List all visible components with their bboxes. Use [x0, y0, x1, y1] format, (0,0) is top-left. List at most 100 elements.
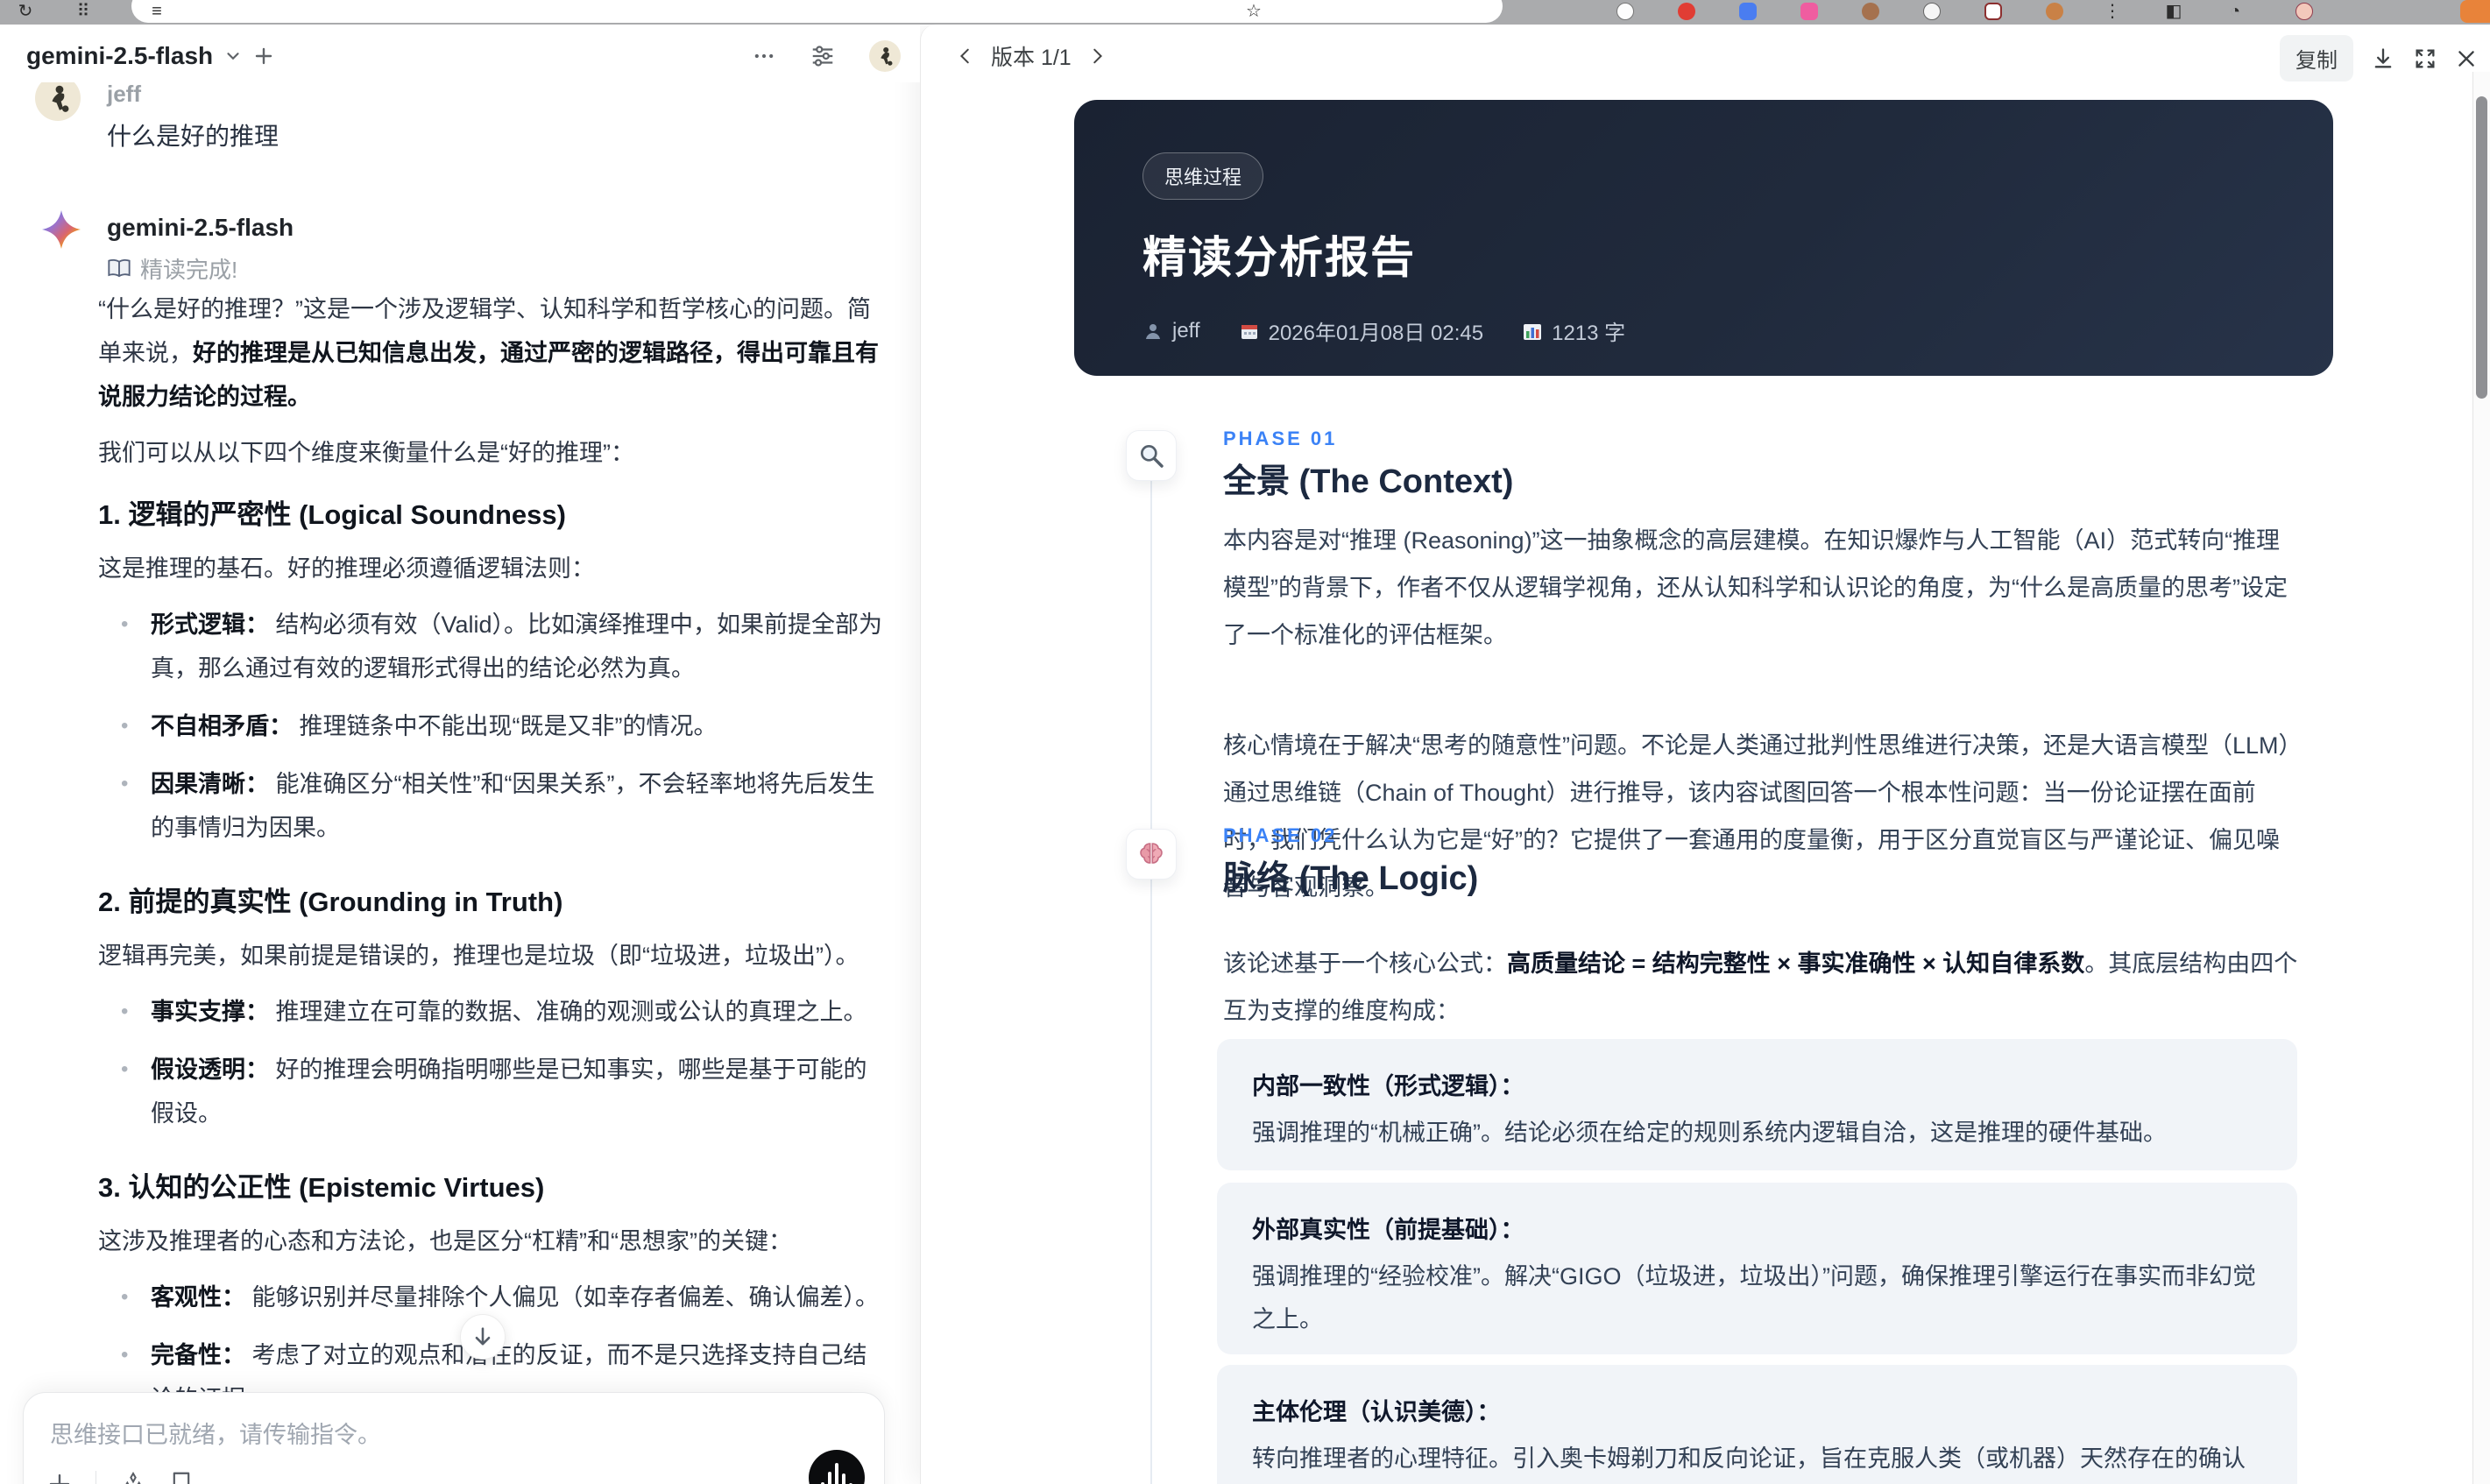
account-avatar[interactable] [869, 40, 901, 72]
timeline-line [1150, 463, 1152, 1484]
browser-user-icon[interactable]: ◔ [2225, 2, 2245, 21]
avatar-figure-icon [881, 46, 893, 66]
logic-card-body: 转向推理者的心理特征。引入奥卡姆剃刀和反向论证，旨在克服人类（或机器）天然存在的… [1252, 1445, 2246, 1472]
bullet-dot: • [121, 714, 129, 738]
assistant-message-author: gemini-2.5-flash [107, 214, 294, 241]
message-composer[interactable]: 思维接口已就绪，请传输指令。 [23, 1392, 885, 1484]
phase-2-icon-card [1126, 829, 1177, 880]
report-title: 精读分析报告 [1142, 233, 1416, 282]
assistant-status: 精读完成! [107, 252, 237, 285]
extension-icon[interactable] [1739, 3, 1757, 20]
bullet-dot: • [121, 772, 129, 795]
phase-1-label: PHASE 01 [1223, 428, 1338, 449]
version-prev-button[interactable] [956, 45, 975, 67]
section-heading: 2. 前提的真实性 (Grounding in Truth) [98, 887, 563, 917]
report-hero: 思维过程 精读分析报告 jeff 2026年01月08日 02:45 1213 … [1074, 100, 2333, 376]
new-chat-plus-icon[interactable] [253, 46, 274, 67]
assistant-message-body: “什么是好的推理？”这是一个涉及逻辑学、认知科学和哲学核心的问题。简单来说，好的… [98, 287, 883, 1484]
gemini-star-icon [42, 210, 81, 249]
chevron-right-icon [1093, 48, 1102, 64]
phase-1-paragraph: 本内容是对“推理 (Reasoning)”这一抽象概念的高层建模。在知识爆炸与人… [1223, 527, 2288, 648]
chevron-down-icon [227, 53, 239, 60]
browser-address-bar[interactable] [131, 0, 1503, 23]
browser-bookmark-icon[interactable]: ☆ [1244, 2, 1263, 21]
phase-2-lead: 该论述基于一个核心公式：高质量结论 = 结构完整性 × 事实准确性 × 认知自律… [1223, 950, 2298, 1024]
list-item: • 假设透明： 好的推理会明确指明哪些是已知事实，哪些是基于可能的假设。 [121, 1048, 883, 1148]
extension-icon[interactable] [1923, 3, 1941, 20]
user-message-text: 什么是好的推理 [107, 123, 279, 150]
phase-1-icon-card [1126, 430, 1177, 481]
voice-input-button[interactable] [809, 1450, 865, 1484]
bookmark-icon[interactable] [170, 1471, 193, 1484]
ellipsis-icon [754, 53, 774, 59]
bullet-dot: • [121, 1285, 129, 1309]
chat-header: gemini-2.5-flash [0, 25, 920, 82]
assistant-status-text: 精读完成! [140, 257, 238, 283]
close-icon [2458, 50, 2474, 67]
extension-icon[interactable] [1800, 3, 1818, 20]
fullscreen-button[interactable] [2413, 46, 2437, 71]
browser-reload-icon[interactable]: ↻ [16, 2, 35, 21]
expand-icon [2416, 49, 2435, 68]
intro-paragraph: “什么是好的推理？”这是一个涉及逻辑学、认知科学和哲学核心的问题。简单来说，好的… [98, 296, 879, 410]
browser-menu-icon[interactable]: ⋮ [2103, 2, 2122, 21]
close-panel-button[interactable] [2455, 47, 2478, 70]
list-item: • 因果清晰： 能准确区分“相关性”和“因果关系”，不会轻率地将先后发生的事情归为… [121, 762, 883, 862]
chevron-left-icon [959, 48, 969, 64]
bar-chart-icon [1524, 323, 1542, 340]
browser-apps-icon[interactable]: ⠿ [74, 2, 93, 21]
phase-2-label: PHASE 02 [1223, 824, 1338, 846]
section-heading: 1. 逻辑的严密性 (Logical Soundness) [98, 499, 566, 530]
browser-profile-avatar[interactable] [2295, 3, 2313, 20]
browser-corner-icon[interactable] [2460, 0, 2490, 23]
bullet-dot: • [121, 612, 129, 636]
extension-icon[interactable] [1678, 3, 1695, 20]
more-options-button[interactable] [752, 44, 776, 68]
scrollbar-track[interactable] [2472, 72, 2490, 1484]
bullet-dot: • [121, 1057, 129, 1081]
browser-puzzle-icon[interactable]: ◧ [2164, 2, 2183, 21]
avatar-figure-icon [52, 85, 69, 112]
composer-placeholder: 思维接口已就绪，请传输指令。 [50, 1422, 381, 1448]
section-heading: 3. 认知的公正性 (Epistemic Virtues) [98, 1172, 545, 1203]
list-item: • 形式逻辑： 结构必须有效（Valid）。比如演绎推理中，如果前提全部为真，那么… [121, 603, 883, 703]
chat-panel: gemini-2.5-flash jeff 什么是好的推理 gemini-2.5… [0, 25, 920, 1484]
phase-1-title: 全景 (The Context) [1223, 463, 1514, 500]
logic-card: 内部一致性（形式逻辑）： 强调推理的“机械正确”。结论必须在给定的规则系统内逻辑… [1217, 1039, 2297, 1170]
download-button[interactable] [2371, 46, 2395, 71]
open-book-icon [108, 258, 131, 277]
model-settings-button[interactable] [810, 43, 836, 69]
section-lead: 逻辑再完美，如果前提是错误的，推理也是垃圾（即“垃圾进，垃圾出”）。 [98, 943, 859, 969]
artifact-panel: 版本 1/1 复制 思维过程 精读分析报告 jeff 2026年01月08日 0… [920, 25, 2490, 1484]
logic-card-body: 强调推理的“机械正确”。结论必须在给定的规则系统内逻辑自洽，这是推理的硬件基础。 [1252, 1120, 2167, 1146]
version-next-button[interactable] [1087, 45, 1107, 67]
bullet-dot: • [121, 1000, 129, 1023]
logic-card-title: 内部一致性（形式逻辑）： [1252, 1073, 1524, 1099]
report-word-count: 1213 字 [1522, 315, 1625, 346]
screen: ↻ ⠿ ≡ ☆ ⋮ ◧ ◔ gemini-2.5-flash jeff 什么是好… [0, 0, 2490, 1484]
browser-toolbar: ↻ ⠿ ≡ ☆ ⋮ ◧ ◔ [0, 0, 2490, 25]
attach-plus-icon[interactable] [46, 1471, 73, 1484]
model-selector[interactable]: gemini-2.5-flash [26, 42, 274, 70]
logic-card-title: 主体伦理（认识美德）： [1252, 1399, 1501, 1425]
scrollbar-thumb[interactable] [2476, 96, 2487, 399]
extension-icon[interactable] [2046, 3, 2063, 20]
sparkle-tools-icon[interactable] [119, 1470, 147, 1484]
report-datetime: 2026年01月08日 02:45 [1239, 315, 1483, 346]
extension-icon[interactable] [1862, 3, 1879, 20]
logic-card: 主体伦理（认识美德）： 转向推理者的心理特征。引入奥卡姆剃刀和反向论证，旨在克服… [1217, 1365, 2297, 1484]
extension-icon[interactable] [1616, 3, 1634, 20]
logic-card-body: 强调推理的“经验校准”。解决“GIGO（垃圾进，垃圾出）”问题，确保推理引擎运行… [1252, 1263, 2256, 1332]
user-message-author: jeff [107, 81, 141, 107]
report-author: jeff [1142, 319, 1200, 343]
extension-icon[interactable] [1984, 3, 2002, 20]
version-label: 版本 1/1 [991, 46, 1072, 70]
scroll-to-bottom-button[interactable] [460, 1314, 506, 1360]
magnifier-icon [1141, 445, 1164, 468]
model-name: gemini-2.5-flash [26, 42, 214, 69]
download-icon [2374, 47, 2392, 68]
section-lead: 这涉及推理者的心态和方法论，也是区分“杠精”和“思想家”的关键： [98, 1228, 792, 1254]
copy-button[interactable]: 复制 [2280, 35, 2353, 81]
brain-icon [1140, 843, 1163, 864]
user-bust-icon [1146, 323, 1160, 339]
